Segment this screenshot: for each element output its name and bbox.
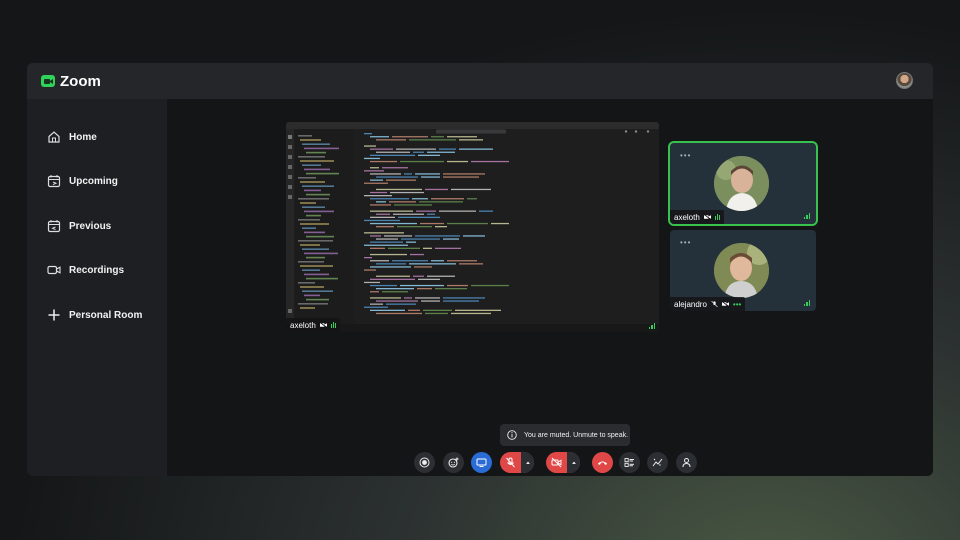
calendar-forward-icon [47,175,61,188]
share-screen-icon [476,458,487,467]
connection-signal-icon [803,300,810,306]
chevron-up-icon [571,461,576,464]
zoom-camera-icon [41,75,55,87]
sidebar-item-label: Personal Room [69,309,143,321]
shared-screen[interactable]: axeloth [286,122,659,332]
sidebar: Home Upcoming Previous Recordings Person… [27,99,167,476]
plus-icon [48,309,60,321]
more-options-icon[interactable]: ••• [680,151,691,160]
app-title: Zoom [60,72,101,90]
home-icon [48,131,60,143]
camera-off-icon [721,301,729,307]
start-video-button[interactable] [546,452,567,473]
participant-tile-axeloth[interactable]: ••• axeloth [668,141,818,226]
more-options-icon[interactable]: ••• [680,238,691,247]
zoom-window: Zoom Home Upcoming Previous Recordings P… [27,63,933,476]
user-avatar[interactable] [896,72,913,89]
sidebar-item-personal-room[interactable]: Personal Room [47,308,142,322]
sidebar-item-recordings[interactable]: Recordings [47,263,124,277]
participant-name: alejandro [674,299,707,309]
microphone-toggle[interactable] [500,452,534,473]
participant-video [714,156,769,211]
sidebar-item-label: Recordings [69,264,125,276]
profile-button[interactable] [676,452,697,473]
person-icon [682,458,691,468]
video-camera-icon [47,265,61,275]
participant-label: alejandro ••• [670,297,746,311]
chevron-up-icon [525,461,530,464]
editor-code-area [354,129,654,324]
info-icon [507,430,517,440]
participants-list-icon [624,458,634,467]
muted-message: You are muted. Unmute to speak. [524,431,629,439]
leave-meeting-button[interactable] [592,452,613,473]
sidebar-item-label: Previous [69,220,112,232]
editor-status-bar [286,324,659,332]
reactions-button[interactable] [443,452,464,473]
presenter-label: axeloth [286,318,340,332]
microphone-muted-icon [506,457,515,468]
sidebar-item-label: Upcoming [69,175,118,187]
participant-label: axeloth [670,210,724,224]
connection-signal-icon [803,213,810,219]
sidebar-item-previous[interactable]: Previous [47,219,111,233]
sidebar-item-home[interactable]: Home [47,130,97,144]
editor-activity-bar [286,129,294,324]
camera-off-icon [551,457,562,468]
editor-file-explorer [294,129,354,324]
presenter-name: axeloth [290,320,316,330]
sidebar-item-label: Home [69,131,97,143]
more-icon[interactable]: ••• [733,300,741,309]
effects-button[interactable] [647,452,668,473]
shared-window-titlebar [286,122,659,134]
participants-button[interactable] [619,452,640,473]
zoom-logo: Zoom [41,73,101,90]
sidebar-item-upcoming[interactable]: Upcoming [47,174,118,188]
participant-name: axeloth [674,212,700,222]
microphone-muted-icon [711,301,718,307]
participant-video [714,243,769,298]
calendar-back-icon [47,220,61,233]
record-icon [419,457,430,468]
camera-off-icon [703,214,711,220]
top-bar: Zoom [27,63,933,99]
reaction-icon [448,457,459,468]
connection-signal-icon [648,323,655,329]
record-button[interactable] [414,452,435,473]
unmute-button[interactable] [500,452,521,473]
participant-tile-alejandro[interactable]: ••• alejandro ••• [670,230,816,311]
meeting-stage: axeloth ••• axeloth ••• alejandro ••• [167,99,933,476]
camera-toggle[interactable] [546,452,580,473]
muted-notification: You are muted. Unmute to speak. [500,424,630,446]
effects-icon [652,458,663,467]
audio-level-icon [714,214,720,220]
audio-level-icon [330,322,336,328]
hang-up-icon [598,461,607,465]
share-screen-button[interactable] [471,452,492,473]
camera-off-icon [319,322,327,328]
